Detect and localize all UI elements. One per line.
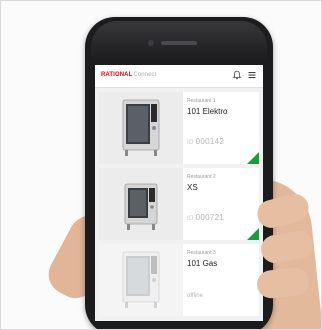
- device-location: Restaurant 3: [187, 250, 216, 256]
- device-card[interactable]: Restaurant 2 XS ID 000721: [99, 168, 259, 240]
- screenshot-frame: RATIONALConnect Restaurant 1 101 Elektro…: [0, 0, 322, 330]
- device-model: 101 Elektro: [187, 107, 228, 116]
- device-card[interactable]: Restaurant 3 101 Gas offline: [99, 244, 259, 316]
- device-info: Restaurant 3 101 Gas: [187, 250, 257, 268]
- device-card[interactable]: Restaurant 1 101 Elektro ID 000142: [99, 92, 259, 164]
- device-image: [99, 244, 183, 316]
- device-info: Restaurant 1 101 Elektro: [187, 98, 257, 116]
- status-online-indicator: [247, 152, 259, 164]
- serial-number: 000142: [195, 137, 225, 146]
- smartphone: RATIONALConnect Restaurant 1 101 Elektro…: [85, 17, 273, 329]
- device-info: Restaurant 2 XS: [187, 174, 257, 192]
- device-location: Restaurant 1: [187, 98, 216, 104]
- device-status: offline: [187, 293, 203, 299]
- app-header: RATIONALConnect: [95, 65, 263, 88]
- menu-icon[interactable]: [247, 70, 257, 80]
- device-location: Restaurant 2: [187, 174, 216, 180]
- header-actions: [232, 70, 257, 80]
- status-online-indicator: [247, 228, 259, 240]
- device-model: XS: [187, 183, 198, 192]
- serial-tag: ID: [187, 216, 194, 222]
- bell-icon[interactable]: [232, 70, 242, 80]
- combi-oven-icon: [122, 99, 160, 156]
- phone-screen: RATIONALConnect Restaurant 1 101 Elektro…: [95, 65, 263, 321]
- brand-sub: Connect: [133, 72, 157, 78]
- front-camera: [148, 40, 154, 46]
- device-serial: ID 000142: [187, 137, 224, 146]
- brand-main: RATIONAL: [101, 72, 133, 78]
- device-model: 101 Gas: [187, 259, 218, 268]
- combi-oven-icon: [124, 183, 158, 230]
- phone-speaker: [161, 41, 197, 45]
- device-image: [99, 92, 183, 164]
- brand-logo: RATIONALConnect: [101, 72, 156, 78]
- serial-tag: ID: [187, 140, 194, 146]
- device-serial: ID 000721: [187, 213, 224, 222]
- device-image: [99, 168, 183, 240]
- combi-oven-icon: [122, 251, 160, 308]
- serial-number: 000721: [195, 213, 225, 222]
